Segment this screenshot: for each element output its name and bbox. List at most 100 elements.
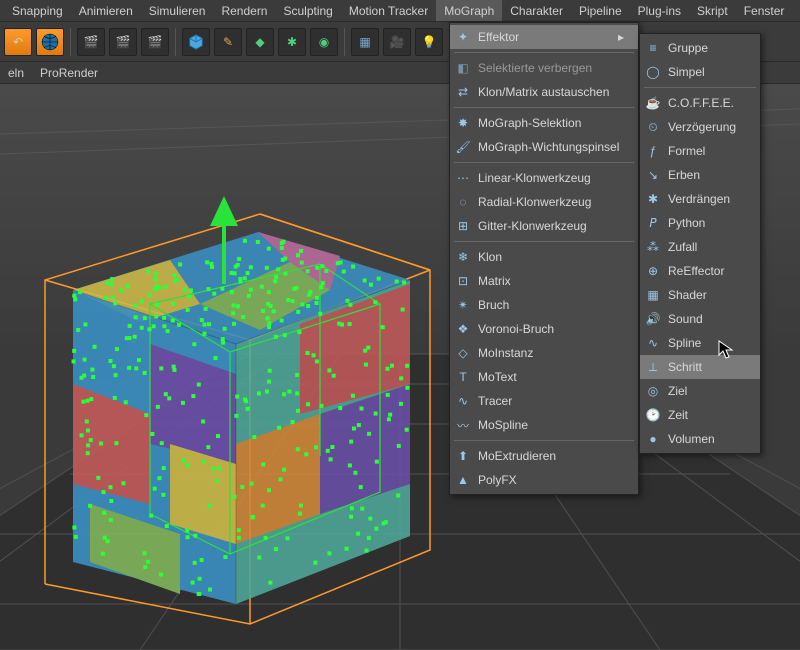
menu-motion tracker[interactable]: Motion Tracker — [341, 0, 436, 21]
menu-item-spline[interactable]: ∿Spline — [640, 331, 760, 355]
menu-item-label: Ziel — [668, 384, 687, 398]
menu-charakter[interactable]: Charakter — [502, 0, 571, 21]
inherit-icon: ↘ — [644, 166, 662, 184]
submenu-arrow-icon: ▸ — [618, 30, 624, 44]
menu-item-erben[interactable]: ↘ Erben — [640, 163, 760, 187]
menu-pipeline[interactable]: Pipeline — [571, 0, 630, 21]
menu-item-verdr-ngen[interactable]: ✱Verdrängen — [640, 187, 760, 211]
menu-item-linear-klonwerkzeug[interactable]: ⋯Linear-Klonwerkzeug — [450, 166, 638, 190]
tool-nurbs[interactable]: ◆ — [246, 28, 274, 56]
selection-icon: ✸ — [454, 114, 472, 132]
menu-item-simpel[interactable]: ◯Simpel — [640, 60, 760, 84]
voronoi-cube — [73, 232, 410, 604]
tool-light[interactable]: 💡 — [415, 28, 443, 56]
menu-item-sound[interactable]: 🔊 Sound — [640, 307, 760, 331]
random-icon: ⁂ — [644, 238, 662, 256]
hide-icon: ◧ — [454, 59, 472, 77]
menu-item-label: Erben — [668, 168, 700, 182]
menu-item-tracer[interactable]: ∿Tracer — [450, 389, 638, 413]
menu-item-klon[interactable]: ❄Klon — [450, 245, 638, 269]
menu-item-label: MoSpline — [478, 418, 528, 432]
tool-globe[interactable] — [36, 28, 64, 56]
menu-item-python[interactable]: 𝘗 Python — [640, 211, 760, 235]
effector-submenu: ≡Gruppe◯Simpel ☕C.O.F.F.E.E.⏲Verzögerungƒ… — [639, 33, 761, 454]
volume-icon: ● — [644, 430, 662, 448]
tool-camera[interactable]: 🎥 — [383, 28, 411, 56]
subtab-eln[interactable]: eln — [8, 66, 24, 80]
menu-item-moextrudieren[interactable]: ⬆MoExtrudieren — [450, 444, 638, 468]
menu-item-selektierte-verbergen[interactable]: ◧Selektierte verbergen — [450, 56, 638, 80]
menu-item-volumen[interactable]: ●Volumen — [640, 427, 760, 451]
menu-item-gruppe[interactable]: ≡Gruppe — [640, 36, 760, 60]
menu-item-reeffector[interactable]: ⊕ReEffector — [640, 259, 760, 283]
menu-item-label: Sound — [668, 312, 703, 326]
spline-icon: ∿ — [644, 334, 662, 352]
polyfx-icon: ▲ — [454, 471, 472, 489]
menu-item-c-o-f-f-e-e-[interactable]: ☕C.O.F.F.E.E. — [640, 91, 760, 115]
subtab-prorender[interactable]: ProRender — [40, 66, 98, 80]
menu-item-moinstanz[interactable]: ◇MoInstanz — [450, 341, 638, 365]
simple-icon: ◯ — [644, 63, 662, 81]
menu-item-label: PolyFX — [478, 473, 517, 487]
menu-item-label: Python — [668, 216, 705, 230]
menu-item-label: Effektor — [478, 30, 519, 44]
tool-clapper-1[interactable]: 🎬 — [77, 28, 105, 56]
menu-item-label: MoText — [478, 370, 517, 384]
tool-deformer[interactable]: ◉ — [310, 28, 338, 56]
menu-item-mograph-wichtungspinsel[interactable]: 🖌MoGraph-Wichtungspinsel — [450, 135, 638, 159]
tool-clapper-3[interactable]: 🎬 — [141, 28, 169, 56]
grid-icon: ⊞ — [454, 217, 472, 235]
menu-item-ziel[interactable]: ◎Ziel — [640, 379, 760, 403]
menu-item-matrix[interactable]: ⊡Matrix — [450, 269, 638, 293]
menu-item-mograph-selektion[interactable]: ✸MoGraph-Selektion — [450, 111, 638, 135]
menu-sculpting[interactable]: Sculpting — [275, 0, 340, 21]
linear-icon: ⋯ — [454, 169, 472, 187]
swap-icon: ⇄ — [454, 83, 472, 101]
menu-fenster[interactable]: Fenster — [736, 0, 793, 21]
menu-item-radial-klonwerkzeug[interactable]: ◌Radial-Klonwerkzeug — [450, 190, 638, 214]
step-icon: ⟂ — [644, 358, 662, 376]
menu-item-label: ReEffector — [668, 264, 724, 278]
sound-icon: 🔊 — [644, 310, 662, 328]
menu-item-label: MoGraph-Wichtungspinsel — [478, 140, 619, 154]
menu-item-zeit[interactable]: 🕑Zeit — [640, 403, 760, 427]
menu-mograph[interactable]: MoGraph — [436, 0, 502, 21]
main-menubar: SnappingAnimierenSimulierenRendernSculpt… — [0, 0, 800, 22]
menu-item-formel[interactable]: ƒFormel — [640, 139, 760, 163]
menu-item-label: MoExtrudieren — [478, 449, 556, 463]
menu-plug-ins[interactable]: Plug-ins — [630, 0, 689, 21]
menu-item-voronoi-bruch[interactable]: ❖Voronoi-Bruch — [450, 317, 638, 341]
menu-animieren[interactable]: Animieren — [71, 0, 141, 21]
menu-simulieren[interactable]: Simulieren — [141, 0, 214, 21]
menu-item-mospline[interactable]: 〰MoSpline — [450, 413, 638, 437]
matrix-icon: ⊡ — [454, 272, 472, 290]
push-icon: ✱ — [644, 190, 662, 208]
menu-item-motext[interactable]: TMoText — [450, 365, 638, 389]
menu-item-verz-gerung[interactable]: ⏲Verzögerung — [640, 115, 760, 139]
menu-snapping[interactable]: Snapping — [4, 0, 71, 21]
python-icon: 𝘗 — [644, 214, 662, 232]
menu-item-effektor[interactable]: ✦Effektor▸ — [450, 25, 638, 49]
menu-item-label: Voronoi-Bruch — [478, 322, 554, 336]
coffee-icon: ☕ — [644, 94, 662, 112]
shader-icon: ▦ — [644, 286, 662, 304]
menu-item-bruch[interactable]: ✴Bruch — [450, 293, 638, 317]
tool-clapper-2[interactable]: 🎬 — [109, 28, 137, 56]
menu-item-polyfx[interactable]: ▲ PolyFX — [450, 468, 638, 492]
menu-skript[interactable]: Skript — [689, 0, 736, 21]
fracture-icon: ✴ — [454, 296, 472, 314]
menu-item-label: Zeit — [668, 408, 688, 422]
menu-item-schritt[interactable]: ⟂Schritt — [640, 355, 760, 379]
menu-rendern[interactable]: Rendern — [213, 0, 275, 21]
tool-undo[interactable]: ↶ — [4, 28, 32, 56]
menu-item-shader[interactable]: ▦Shader — [640, 283, 760, 307]
tool-floor[interactable]: ▦ — [351, 28, 379, 56]
tool-pen[interactable]: ✎ — [214, 28, 242, 56]
menu-item-gitter-klonwerkzeug[interactable]: ⊞ Gitter-Klonwerkzeug — [450, 214, 638, 238]
menu-item-zufall[interactable]: ⁂Zufall — [640, 235, 760, 259]
menu-item-label: Gitter-Klonwerkzeug — [478, 219, 587, 233]
delay-icon: ⏲ — [644, 118, 662, 136]
menu-item-klon-matrix-austauschen[interactable]: ⇄Klon/Matrix austauschen — [450, 80, 638, 104]
tool-cube[interactable] — [182, 28, 210, 56]
tool-generator[interactable]: ✱ — [278, 28, 306, 56]
